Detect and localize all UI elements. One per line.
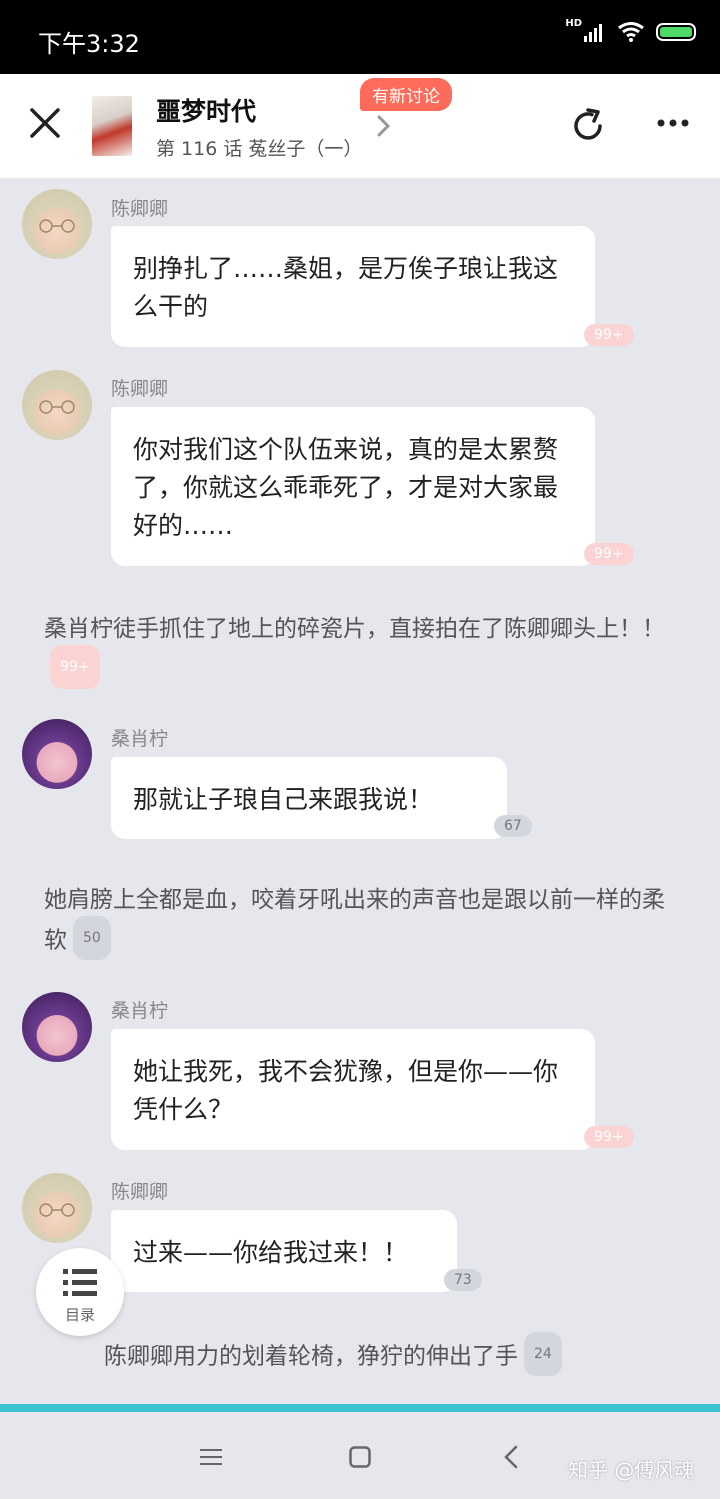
- comment-count-badge[interactable]: 50: [73, 916, 111, 960]
- back-icon[interactable]: [504, 1445, 518, 1469]
- chevron-right-icon[interactable]: [376, 114, 392, 138]
- wifi-icon: [618, 22, 644, 42]
- signal-icon: [584, 24, 602, 42]
- status-icons: HD: [565, 18, 696, 42]
- speaker-name: 桑肖柠: [111, 1000, 169, 1022]
- message-bubble[interactable]: 过来——你给我过来！！: [111, 1210, 457, 1292]
- avatar[interactable]: [22, 992, 92, 1062]
- hd-indicator: HD: [565, 18, 582, 29]
- status-bar: 下午3:32 HD: [0, 0, 720, 74]
- chat-area[interactable]: 陈卿卿 别挣扎了……桑姐，是万俟子琅让我这么干的 99+ 陈卿卿 你对我们这个队…: [0, 178, 720, 1404]
- speaker-name: 桑肖柠: [111, 728, 169, 750]
- narration-text[interactable]: 她肩膀上全都是血，咬着牙吼出来的声音也是跟以前一样的柔软 50: [44, 881, 674, 963]
- refresh-icon[interactable]: [568, 106, 608, 146]
- home-icon[interactable]: [349, 1446, 371, 1468]
- avatar[interactable]: [22, 719, 92, 789]
- comment-count-badge[interactable]: 99+: [584, 1126, 634, 1148]
- comic-cover[interactable]: [92, 96, 132, 156]
- narration-content: 她肩膀上全都是血，咬着牙吼出来的声音也是跟以前一样的柔软: [44, 887, 665, 954]
- list-icon: [63, 1269, 97, 1296]
- accent-divider: [0, 1404, 720, 1412]
- chapter-subtitle[interactable]: 第 116 话 菟丝子（一）: [156, 134, 362, 161]
- message-bubble[interactable]: 那就让子琅自己来跟我说！: [111, 757, 507, 839]
- catalog-button[interactable]: 目录: [36, 1248, 124, 1336]
- battery-icon: [656, 23, 696, 41]
- watermark: 知乎 @傅风魂: [568, 1458, 695, 1482]
- comment-count-badge[interactable]: 99+: [50, 645, 100, 689]
- comic-title[interactable]: 噩梦时代: [156, 92, 256, 128]
- narration-content: 陈卿卿用力的划着轮椅，狰狞的伸出了手: [104, 1343, 518, 1370]
- avatar[interactable]: [22, 189, 92, 259]
- message-bubble[interactable]: 你对我们这个队伍来说，真的是太累赘了，你就这么乖乖死了，才是对大家最好的……: [111, 407, 595, 566]
- comment-count-badge[interactable]: 24: [524, 1332, 562, 1376]
- close-icon[interactable]: [26, 104, 64, 142]
- message-bubble[interactable]: 她让我死，我不会犹豫，但是你——你凭什么？: [111, 1029, 595, 1150]
- status-time: 下午3:32: [38, 30, 140, 58]
- more-options-icon[interactable]: [656, 118, 690, 128]
- comment-count-badge[interactable]: 99+: [584, 543, 634, 565]
- speaker-name: 陈卿卿: [111, 378, 169, 400]
- new-discussion-badge[interactable]: 有新讨论: [360, 78, 452, 111]
- message-bubble[interactable]: 别挣扎了……桑姐，是万俟子琅让我这么干的: [111, 226, 595, 347]
- reader-header: 噩梦时代 第 116 话 菟丝子（一） 有新讨论: [0, 74, 720, 178]
- avatar[interactable]: [22, 370, 92, 440]
- system-nav-bar: 知乎 @傅风魂: [0, 1412, 720, 1499]
- speaker-name: 陈卿卿: [111, 1181, 169, 1203]
- comment-count-badge[interactable]: 67: [494, 815, 532, 837]
- narration-text[interactable]: 陈卿卿用力的划着轮椅，狰狞的伸出了手 24: [104, 1332, 684, 1379]
- narration-content: 桑肖柠徒手抓住了地上的碎瓷片，直接拍在了陈卿卿头上！！: [44, 616, 665, 642]
- avatar[interactable]: [22, 1173, 92, 1243]
- comment-count-badge[interactable]: 99+: [584, 324, 634, 346]
- speaker-name: 陈卿卿: [111, 198, 169, 220]
- comment-count-badge[interactable]: 73: [444, 1269, 482, 1291]
- narration-text[interactable]: 桑肖柠徒手抓住了地上的碎瓷片，直接拍在了陈卿卿头上！！ 99+: [44, 610, 674, 692]
- menu-icon[interactable]: [200, 1448, 222, 1466]
- catalog-label: 目录: [64, 1306, 95, 1324]
